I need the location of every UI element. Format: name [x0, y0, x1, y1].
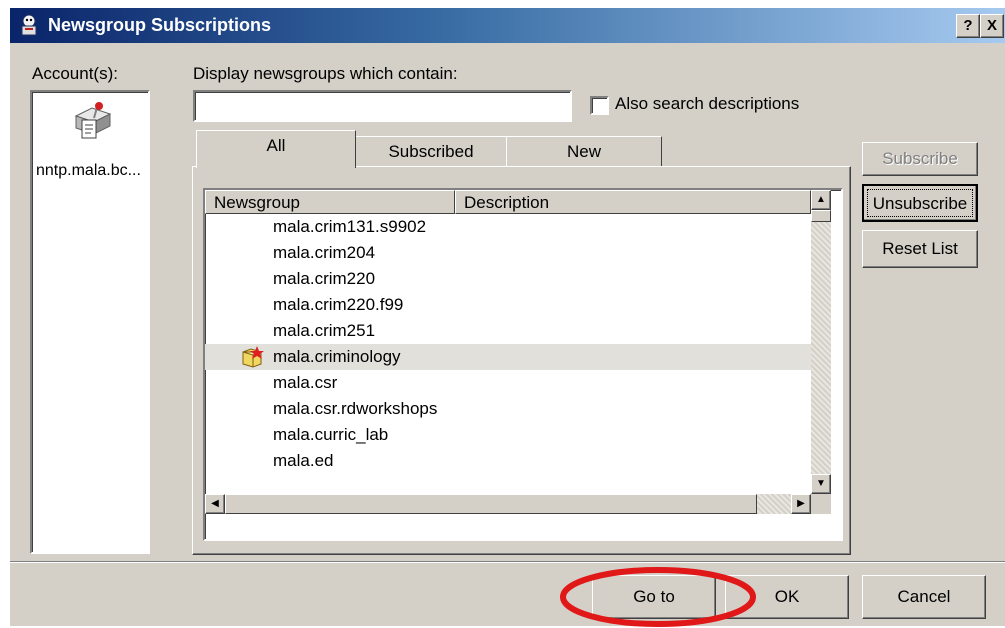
list-item[interactable]: mala.csr.rdworkshops: [205, 396, 811, 422]
column-header-newsgroup[interactable]: Newsgroup: [205, 190, 455, 214]
vertical-scrollbar[interactable]: ▲ ▼: [811, 190, 831, 494]
newsgroup-app-icon: [21, 14, 37, 36]
list-item[interactable]: mala.crim220.f99: [205, 292, 811, 318]
list-item[interactable]: mala.crim251: [205, 318, 811, 344]
scrollbar-corner: [811, 494, 831, 514]
news-server-icon: [74, 102, 112, 139]
list-item[interactable]: mala.crim204: [205, 240, 811, 266]
horizontal-scrollbar[interactable]: ◀ ▶: [205, 494, 811, 514]
scroll-up-icon[interactable]: ▲: [811, 190, 831, 210]
newsgroup-name: mala.csr.rdworkshops: [273, 399, 438, 418]
list-item[interactable]: mala.crim220: [205, 266, 811, 292]
newsgroup-subscriptions-dialog: Newsgroup Subscriptions ? X Account(s): …: [10, 8, 1005, 627]
newsgroup-name: mala.crim131.s9902: [273, 217, 427, 236]
close-button[interactable]: X: [980, 14, 1004, 38]
focus-rectangle: [867, 189, 973, 217]
scroll-left-icon[interactable]: ◀: [205, 494, 225, 514]
horizontal-scroll-thumb[interactable]: [225, 494, 757, 514]
account-name: nntp.mala.bc...: [36, 162, 141, 179]
accounts-label: Account(s):: [32, 64, 118, 83]
search-label: Display newsgroups which contain:: [193, 64, 458, 83]
newsgroup-name: mala.crim220.f99: [273, 295, 404, 314]
reset-list-button[interactable]: Reset List: [862, 230, 978, 268]
unsubscribe-button[interactable]: Unsubscribe: [862, 184, 978, 222]
help-button[interactable]: ?: [956, 14, 980, 38]
tab-subscribed[interactable]: Subscribed: [355, 136, 507, 167]
list-item-selected[interactable]: mala.criminology: [205, 344, 811, 370]
tab-new[interactable]: New: [506, 136, 662, 167]
subscribed-newsgroup-icon: [242, 346, 264, 368]
search-input[interactable]: [193, 90, 572, 122]
column-header-description[interactable]: Description: [455, 190, 811, 214]
newsgroup-name: mala.crim204: [273, 243, 376, 262]
scroll-right-icon[interactable]: ▶: [791, 494, 811, 514]
also-search-descriptions-label: Also search descriptions: [615, 94, 800, 113]
newsgroup-name: mala.crim251: [273, 321, 376, 340]
newsgroup-name: mala.crim220: [273, 269, 376, 288]
scroll-down-icon[interactable]: ▼: [811, 474, 831, 494]
separator: [10, 561, 1005, 563]
account-item[interactable]: nntp.mala.bc...: [32, 92, 148, 192]
cancel-button[interactable]: Cancel: [862, 575, 986, 619]
list-item[interactable]: mala.ed: [205, 448, 811, 474]
newsgroup-name: mala.ed: [273, 451, 334, 470]
also-search-descriptions-checkbox[interactable]: [590, 96, 609, 115]
subscribe-button[interactable]: Subscribe: [862, 142, 978, 176]
window-title: Newsgroup Subscriptions: [48, 15, 272, 35]
newsgroup-name: mala.csr: [273, 373, 338, 392]
title-bar[interactable]: Newsgroup Subscriptions ? X: [10, 8, 1005, 43]
ok-button[interactable]: OK: [725, 575, 849, 619]
newsgroup-name: mala.curric_lab: [273, 425, 389, 444]
accounts-list: nntp.mala.bc...: [30, 90, 150, 554]
list-item[interactable]: mala.crim131.s9902: [205, 214, 811, 240]
vertical-scroll-thumb[interactable]: [811, 210, 831, 222]
tab-all[interactable]: All: [196, 130, 356, 168]
newsgroup-list[interactable]: Newsgroup Description mala.crim131.s9902…: [203, 188, 843, 541]
list-item[interactable]: mala.curric_lab: [205, 422, 811, 448]
goto-button[interactable]: Go to: [592, 575, 716, 619]
list-item[interactable]: mala.csr: [205, 370, 811, 396]
newsgroup-name: mala.criminology: [273, 347, 401, 366]
